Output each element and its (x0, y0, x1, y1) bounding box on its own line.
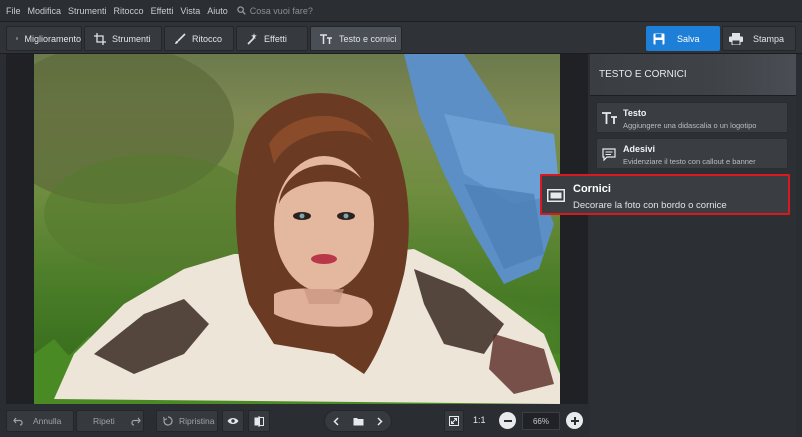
card-text-title: Testo (623, 108, 647, 118)
chevron-left-icon (333, 416, 339, 426)
menu-edit[interactable]: Modifica (28, 6, 62, 16)
text-icon (320, 33, 332, 44)
photo-canvas[interactable] (6, 54, 588, 404)
menu-tools[interactable]: Strumenti (68, 6, 107, 16)
card-frames-title: Cornici (573, 183, 611, 195)
undo-label: Annulla (33, 416, 62, 426)
menu-file[interactable]: File (6, 6, 21, 16)
undo-button[interactable]: Annulla (6, 410, 74, 432)
crop-icon (94, 32, 106, 45)
actual-size-button[interactable]: 1:1 (473, 415, 486, 425)
panel-header: TESTO E CORNICI (590, 54, 796, 96)
zoom-out-button[interactable] (499, 412, 516, 429)
frame-icon (547, 189, 565, 202)
card-text-desc: Aggiungere una didascalia o un logotipo (623, 121, 757, 130)
tab-enhance[interactable]: Miglioramento (6, 26, 82, 51)
next-button[interactable] (369, 416, 391, 426)
card-stickers-desc: Evidenziare il testo con callout e banne… (623, 157, 756, 166)
fit-screen-icon (449, 416, 459, 426)
tab-tools[interactable]: Strumenti (84, 26, 162, 51)
menu-bar: File Modifica Strumenti Ritocco Effetti … (0, 0, 802, 22)
search-box[interactable]: Cosa vuoi fare? (237, 6, 313, 16)
minus-icon (503, 419, 512, 422)
menu-retouch[interactable]: Ritocco (114, 6, 144, 16)
redo-label: Ripeti (93, 416, 115, 426)
open-folder-button[interactable] (347, 417, 369, 426)
card-frames-desc: Decorare la foto con bordo o cornice (573, 200, 727, 211)
eye-icon (227, 418, 239, 424)
search-placeholder: Cosa vuoi fare? (249, 5, 313, 16)
speech-bubble-icon (602, 148, 616, 161)
photo-image (34, 54, 560, 404)
tab-text-frames-label: Testo e cornici (339, 33, 397, 44)
zoom-in-button[interactable] (566, 412, 583, 429)
undo-icon (13, 417, 23, 426)
restore-button[interactable]: Ripristina (156, 410, 218, 432)
compare-button[interactable] (248, 410, 270, 432)
restore-icon (163, 416, 173, 426)
search-icon (237, 6, 246, 15)
redo-icon (131, 417, 141, 426)
panel-title: TESTO E CORNICI (599, 69, 687, 80)
tab-effects-label: Effetti (264, 33, 287, 44)
navigation-group (324, 410, 392, 432)
card-frames[interactable]: Cornici Decorare la foto con bordo o cor… (540, 174, 790, 215)
menu-effects[interactable]: Effetti (151, 6, 174, 16)
menu-view[interactable]: Vista (180, 6, 200, 16)
card-stickers-title: Adesivi (623, 144, 656, 154)
printer-icon (729, 32, 743, 45)
bottom-toolbar: Annulla Ripeti Ripristina 1:1 66% (0, 404, 590, 437)
card-stickers[interactable]: Adesivi Evidenziare il testo con callout… (596, 138, 788, 169)
save-button[interactable]: Salva (646, 26, 720, 51)
fit-screen-button[interactable] (444, 410, 464, 432)
tab-enhance-label: Miglioramento (24, 33, 81, 44)
sliders-icon (16, 37, 19, 40)
redo-button[interactable]: Ripeti (76, 410, 144, 432)
print-label: Stampa (753, 33, 785, 44)
folder-icon (353, 417, 363, 425)
print-button[interactable]: Stampa (722, 26, 796, 51)
compare-icon (254, 415, 264, 427)
magic-wand-icon (247, 32, 257, 45)
tab-tools-label: Strumenti (112, 33, 151, 44)
save-label: Salva (677, 33, 700, 44)
previous-button[interactable] (325, 416, 347, 426)
portrait-photo (34, 54, 560, 404)
floppy-disk-icon (653, 33, 665, 44)
card-text[interactable]: Testo Aggiungere una didascalia o un log… (596, 102, 788, 133)
preview-button[interactable] (222, 410, 244, 432)
zoom-level-value: 66% (532, 416, 549, 426)
chevron-right-icon (377, 416, 383, 426)
main-toolbar: Miglioramento Strumenti Ritocco Effetti … (0, 22, 802, 54)
text-icon (602, 112, 617, 124)
tab-text-frames[interactable]: Testo e cornici (310, 26, 402, 51)
restore-label: Ripristina (179, 416, 215, 426)
tab-effects[interactable]: Effetti (236, 26, 308, 51)
brush-icon (175, 32, 186, 44)
tab-retouch-label: Ritocco (192, 33, 223, 44)
tab-retouch[interactable]: Ritocco (164, 26, 234, 51)
menu-help[interactable]: Aiuto (207, 6, 228, 16)
zoom-level-field[interactable]: 66% (522, 412, 560, 430)
side-panel: TESTO E CORNICI Testo Aggiungere una did… (590, 54, 796, 437)
plus-icon (570, 416, 579, 425)
